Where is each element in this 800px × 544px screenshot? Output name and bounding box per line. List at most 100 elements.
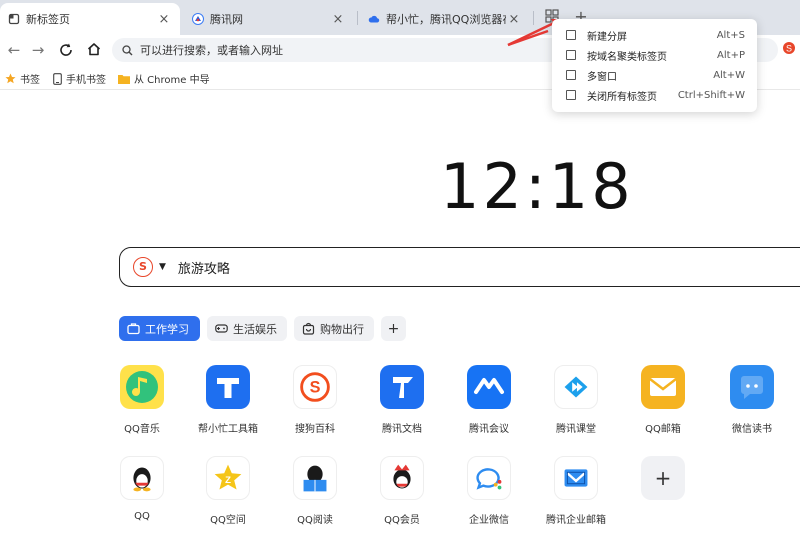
tab-new-tab[interactable]: 新标签页 × [0, 3, 180, 35]
briefcase-icon [127, 323, 140, 335]
app-tile[interactable]: QQ阅读 [275, 456, 355, 526]
close-icon[interactable]: × [330, 12, 346, 27]
close-icon[interactable]: × [506, 12, 522, 27]
extensions-icon[interactable]: S [782, 41, 796, 55]
add-icon[interactable]: + [641, 456, 685, 500]
app-tile[interactable]: QQ邮箱 [623, 365, 703, 435]
qq-reading-icon [293, 456, 337, 500]
tab-shopping-travel[interactable]: 购物出行 [294, 316, 374, 341]
category-label: 购物出行 [320, 322, 364, 336]
qq-music-icon [120, 365, 164, 409]
split-screen-icon [566, 30, 576, 40]
weread-icon [730, 365, 774, 409]
app-tile[interactable]: 腾讯会议 [449, 365, 529, 435]
tab-title: 帮小忙，腾讯QQ浏览器在线工 [386, 13, 506, 26]
page-icon [8, 13, 20, 25]
sogou-engine-icon[interactable]: S [133, 257, 153, 277]
menu-item-shortcut: Alt+S [716, 29, 745, 41]
category-label: 工作学习 [145, 322, 189, 336]
bookmark-label: 从 Chrome 中导 [134, 75, 210, 86]
search-box[interactable]: S ▼ 旅游攻略 [119, 247, 800, 287]
group-tabs-icon [566, 50, 576, 60]
forward-icon[interactable]: → [28, 40, 48, 60]
qq-mail-icon [641, 365, 685, 409]
app-tile[interactable]: 企业微信 [449, 456, 529, 526]
menu-item-shortcut: Ctrl+Shift+W [677, 89, 745, 101]
app-tile[interactable]: QQ会员 [362, 456, 442, 526]
back-icon[interactable]: ← [4, 40, 24, 60]
app-tile[interactable]: 腾讯企业邮箱 [536, 456, 616, 526]
search-query: 旅游攻略 [177, 261, 230, 277]
tab-life-entertainment[interactable]: 生活娱乐 [207, 316, 287, 341]
app-tile[interactable]: 微信读书 [712, 365, 792, 435]
toolbox-icon [206, 365, 250, 409]
home-icon[interactable] [86, 41, 102, 57]
menu-item-multi-window[interactable]: 多窗口 Alt+W [552, 65, 757, 85]
add-app-tile[interactable]: + [623, 456, 703, 500]
bookmark-item[interactable]: 从 Chrome 中导 [118, 71, 210, 86]
app-tile[interactable]: S 搜狗百科 [275, 365, 355, 435]
tencent-news-icon [192, 13, 204, 25]
close-icon[interactable]: × [156, 12, 172, 27]
qzone-icon: Z [206, 456, 250, 500]
svg-text:S: S [786, 44, 792, 54]
phone-icon [53, 72, 62, 85]
chevron-down-icon[interactable]: ▼ [159, 262, 166, 272]
app-label: 腾讯会议 [469, 424, 509, 435]
cloud-icon [368, 15, 380, 23]
svg-text:Z: Z [225, 475, 231, 486]
qq-icon [120, 456, 164, 500]
shopping-bag-icon [302, 322, 315, 335]
tab-menu: 新建分屏 Alt+S 按域名聚类标签页 Alt+P 多窗口 Alt+W 关闭所有… [552, 19, 757, 112]
tab-work-study[interactable]: 工作学习 [119, 316, 200, 341]
menu-item-split-screen[interactable]: 新建分屏 Alt+S [552, 25, 757, 45]
app-label: 搜狗百科 [295, 424, 335, 435]
menu-item-group-tabs[interactable]: 按域名聚类标签页 Alt+P [552, 45, 757, 65]
menu-item-shortcut: Alt+W [713, 69, 745, 81]
tencent-classroom-icon [554, 365, 598, 409]
search-icon [122, 44, 133, 55]
app-tile[interactable]: 腾讯文档 [362, 365, 442, 435]
bookmark-label: 书签 [20, 75, 40, 86]
tab-title: 新标签页 [26, 13, 70, 26]
app-label: QQ阅读 [297, 515, 333, 526]
app-tile[interactable]: Z QQ空间 [188, 456, 268, 526]
menu-item-shortcut: Alt+P [717, 49, 745, 61]
tab-helper[interactable]: 帮小忙，腾讯QQ浏览器在线工 × [360, 3, 530, 35]
app-tile[interactable]: 帮小忙工具箱 [188, 365, 268, 435]
clock: 12:18 [440, 150, 634, 223]
app-label: QQ空间 [210, 515, 246, 526]
menu-item-label: 关闭所有标签页 [587, 91, 657, 103]
exmail-icon [554, 456, 598, 500]
app-label: QQ邮箱 [645, 424, 681, 435]
add-category-button[interactable]: + [381, 316, 406, 341]
tab-tencent-news[interactable]: 腾讯网 × [184, 3, 354, 35]
app-label: 微信读书 [732, 424, 772, 435]
reload-icon[interactable] [58, 42, 74, 58]
app-label: 企业微信 [469, 515, 509, 526]
app-tile[interactable]: QQ音乐 [102, 365, 182, 435]
app-tile[interactable]: 腾讯课堂 [536, 365, 616, 435]
app-label: QQ音乐 [124, 424, 160, 435]
menu-item-label: 多窗口 [587, 71, 617, 83]
qq-vip-icon [380, 456, 424, 500]
app-label: QQ会员 [384, 515, 420, 526]
menu-item-label: 按域名聚类标签页 [587, 51, 667, 63]
tencent-meeting-icon [467, 365, 511, 409]
app-label: 腾讯课堂 [556, 424, 596, 435]
gamepad-icon [215, 324, 228, 333]
bookmark-item[interactable]: 手机书签 [53, 71, 106, 86]
address-placeholder: 可以进行搜索，或者输入网址 [140, 44, 283, 57]
menu-item-close-all[interactable]: 关闭所有标签页 Ctrl+Shift+W [552, 85, 757, 105]
app-label: 帮小忙工具箱 [198, 424, 258, 435]
bookmark-item[interactable]: 书签 [5, 71, 40, 86]
tab-title: 腾讯网 [210, 13, 243, 26]
close-all-icon [566, 90, 576, 100]
svg-text:S: S [310, 379, 321, 397]
app-label: 腾讯文档 [382, 424, 422, 435]
bookmark-label: 手机书签 [66, 75, 106, 86]
app-label: QQ [134, 511, 150, 522]
toolbar-right: S [782, 41, 796, 55]
multi-window-icon [566, 70, 576, 80]
app-tile[interactable]: QQ [102, 456, 182, 522]
